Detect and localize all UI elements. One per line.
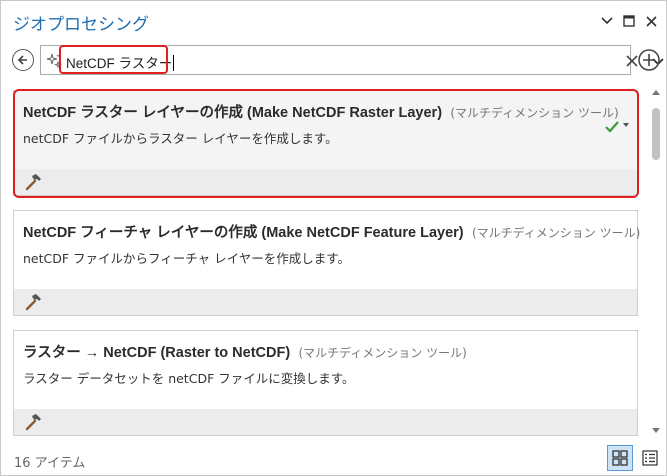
arrow-left-icon [17, 55, 27, 65]
selected-result-highlight [13, 89, 639, 198]
dropdown-arrow-icon[interactable] [623, 123, 629, 127]
card-footer [14, 289, 637, 315]
result-item[interactable]: ラスター → NetCDF (Raster to NetCDF) (マルチディメ… [13, 330, 638, 436]
text-caret [173, 55, 175, 71]
tool-name[interactable]: NetCDF フィーチャ レイヤーの作成 (Make NetCDF Featur… [23, 225, 464, 241]
search-highlight [59, 45, 168, 74]
card-footer [14, 409, 637, 435]
chevron-down-icon[interactable] [599, 13, 615, 29]
tool-name[interactable]: ラスター → NetCDF (Raster to NetCDF) [23, 345, 290, 361]
result-status[interactable] [604, 119, 634, 135]
item-count: 16 アイテム [14, 456, 86, 471]
tile-view-button[interactable] [607, 445, 633, 471]
add-icon[interactable] [637, 48, 661, 72]
result-title-row: ラスター → NetCDF (Raster to NetCDF) (マルチディメ… [23, 341, 467, 362]
scroll-up-icon[interactable] [651, 88, 661, 96]
checkmark-icon [605, 121, 619, 133]
close-icon[interactable] [643, 13, 659, 29]
list-view-icon [642, 450, 658, 466]
maximize-icon[interactable] [621, 13, 637, 29]
tool-type: (マルチディメンション ツール) [298, 346, 467, 360]
scrollbar-thumb[interactable] [652, 108, 660, 160]
tool-description: netCDF ファイルからフィーチャ レイヤーを作成します。 [23, 251, 351, 266]
vertical-scrollbar[interactable] [649, 84, 663, 439]
scroll-down-icon[interactable] [651, 427, 661, 435]
tool-description: ラスター データセットを netCDF ファイルに変換します。 [23, 371, 355, 386]
hammer-icon [25, 294, 41, 311]
result-title-row: NetCDF フィーチャ レイヤーの作成 (Make NetCDF Featur… [23, 221, 640, 242]
pane-title: ジオプロセシング [13, 15, 149, 35]
status-bar: 16 アイテム [1, 441, 666, 475]
back-button[interactable] [12, 49, 34, 71]
search-row: NetCDF ラスター [1, 44, 666, 76]
title-bar: ジオプロセシング [1, 1, 666, 41]
grid-view-icon [612, 450, 628, 466]
geoprocessing-pane: ジオプロセシング NetCDF ラスター NetCDF ラスター レイヤーの作成… [0, 0, 667, 476]
tool-type: (マルチディメンション ツール) [471, 226, 641, 240]
hammer-icon [25, 414, 41, 431]
result-item[interactable]: NetCDF フィーチャ レイヤーの作成 (Make NetCDF Featur… [13, 210, 640, 316]
list-view-button[interactable] [637, 445, 663, 471]
